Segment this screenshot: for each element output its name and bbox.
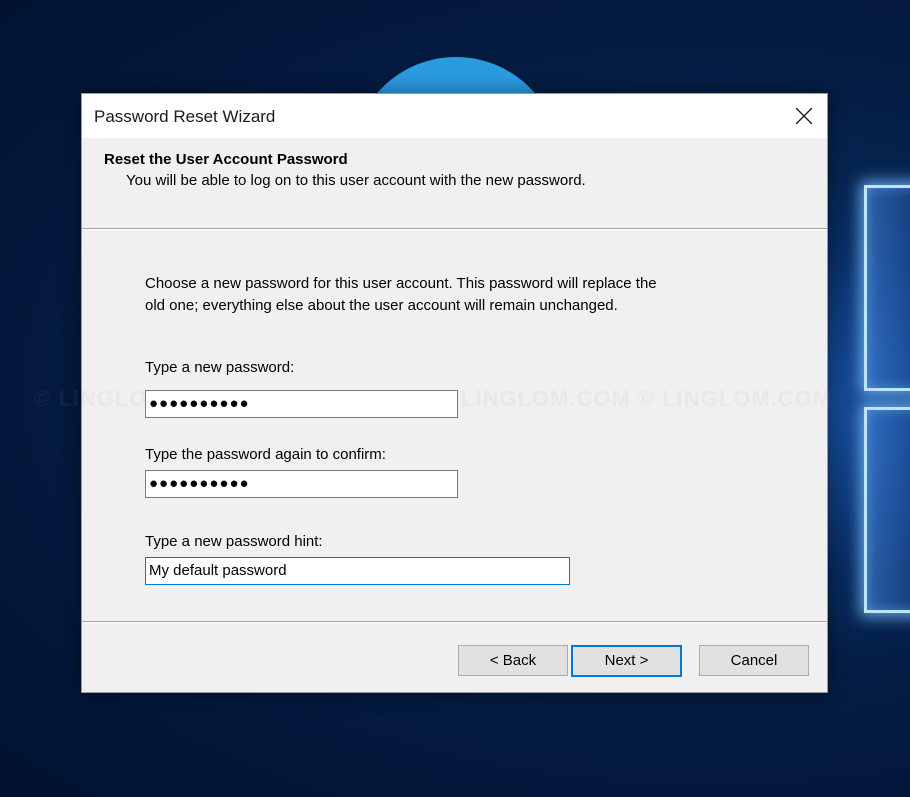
- windows-logo-pane-bottom: [864, 407, 910, 613]
- close-icon: [795, 107, 813, 125]
- password-hint-value: My default password: [149, 562, 287, 579]
- title-bar: Password Reset Wizard: [82, 94, 827, 138]
- cancel-button[interactable]: Cancel: [699, 645, 809, 676]
- intro-line-2: old one; everything else about the user …: [145, 297, 618, 314]
- password-reset-dialog: Password Reset Wizard Reset the User Acc…: [34, 93, 831, 693]
- header-divider: [82, 229, 827, 230]
- wizard-header: Reset the User Account Password You will…: [82, 138, 827, 229]
- windows-logo-pane-top: [864, 185, 910, 391]
- footer-divider-highlight: [82, 622, 827, 623]
- password-hint-input[interactable]: My default password: [145, 557, 570, 585]
- new-password-value: ●●●●●●●●●●: [149, 395, 250, 412]
- back-button[interactable]: < Back: [458, 645, 568, 676]
- confirm-password-value: ●●●●●●●●●●: [149, 475, 250, 492]
- new-password-label: Type a new password:: [145, 359, 295, 376]
- new-password-input[interactable]: ●●●●●●●●●●: [145, 390, 458, 418]
- confirm-password-input[interactable]: ●●●●●●●●●●: [145, 470, 458, 498]
- confirm-password-label: Type the password again to confirm:: [145, 446, 386, 463]
- close-button[interactable]: [781, 94, 827, 138]
- window-title: Password Reset Wizard: [94, 107, 276, 126]
- intro-line-1: Choose a new password for this user acco…: [145, 275, 657, 292]
- wizard-step-title: Reset the User Account Password: [104, 151, 348, 168]
- next-button[interactable]: Next >: [571, 645, 682, 677]
- wizard-step-subtitle: You will be able to log on to this user …: [126, 172, 586, 189]
- password-hint-label: Type a new password hint:: [145, 533, 323, 550]
- intro-text: Choose a new password for this user acco…: [145, 273, 705, 317]
